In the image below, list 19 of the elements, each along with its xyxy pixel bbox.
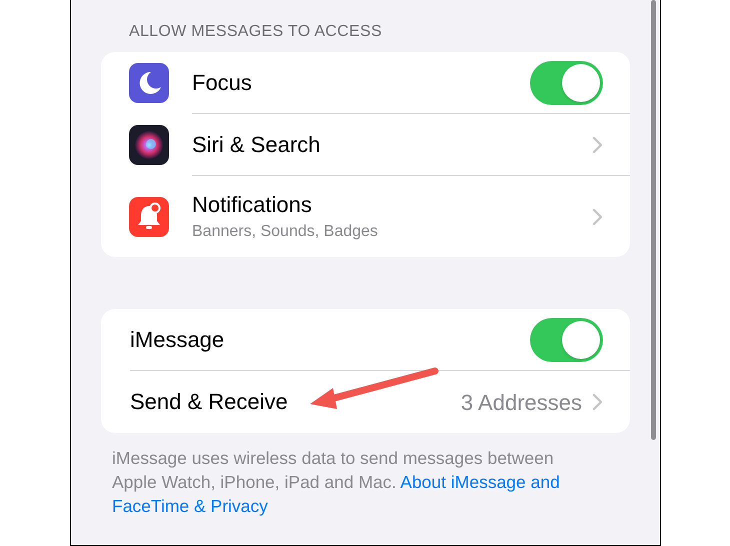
chevron-icon <box>592 393 603 411</box>
toggle-switch[interactable] <box>530 318 603 362</box>
moon-icon <box>129 63 169 103</box>
bell-icon <box>129 196 169 236</box>
privacy-link[interactable]: FaceTime & Privacy <box>112 496 268 516</box>
privacy-link[interactable]: About iMessage and <box>400 472 560 492</box>
chevron-icon <box>592 208 603 226</box>
footer-text: iMessage uses wireless data to send messages between Apple Watch, iPhone, iPad and Mac. About iMessage and FaceTime & Privacy <box>111 447 561 518</box>
row-label: Focus <box>192 68 252 96</box>
chevron-icon <box>592 136 603 154</box>
row-label: Siri & Search <box>192 130 320 158</box>
row-subtitle: Banners, Sounds, Badges <box>192 222 378 242</box>
row-value: 3 Addresses <box>460 388 582 416</box>
toggle-switch[interactable] <box>530 60 603 104</box>
row-label: Send & Receive <box>130 388 288 416</box>
section-header: ALLOW MESSAGES TO ACCESS <box>129 23 382 40</box>
row-label: Notifications <box>192 190 312 218</box>
orb-icon <box>129 125 169 165</box>
row-label: iMessage <box>130 326 224 354</box>
